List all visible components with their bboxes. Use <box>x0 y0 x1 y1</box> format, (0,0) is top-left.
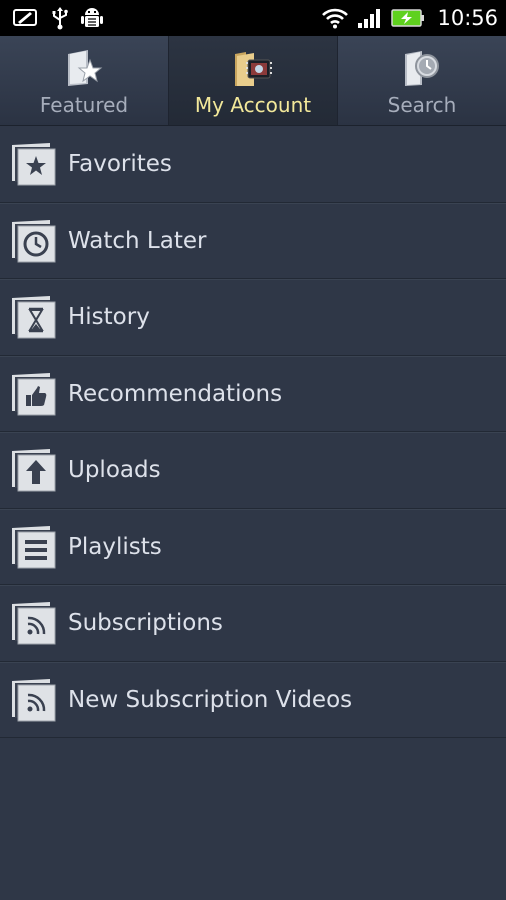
screenshot-icon <box>12 7 40 29</box>
tab-my-account[interactable]: My Account <box>169 36 338 125</box>
menu-item-label: Subscriptions <box>68 610 223 637</box>
tab-my-account-label: My Account <box>194 93 312 117</box>
signal-icon <box>357 7 383 29</box>
upload-arrow-icon <box>10 447 68 493</box>
my-account-folder-icon <box>232 45 274 91</box>
menu-item-label: New Subscription Videos <box>68 686 353 713</box>
clock-icon <box>10 218 68 264</box>
tab-featured[interactable]: Featured <box>0 36 169 125</box>
menu-item-uploads[interactable]: Uploads <box>0 432 506 509</box>
status-bar: 10:56 <box>0 0 506 36</box>
rss-icon <box>10 677 68 723</box>
hourglass-icon <box>10 294 68 340</box>
wifi-icon <box>321 7 349 29</box>
status-right: 10:56 <box>321 6 498 30</box>
menu-item-recommendations[interactable]: Recommendations <box>0 355 506 432</box>
menu-item-label: Playlists <box>68 533 162 560</box>
menu-item-label: Uploads <box>68 457 161 484</box>
tab-search-label: Search <box>387 93 457 117</box>
android-debug-icon <box>80 5 104 31</box>
search-clock-icon <box>402 45 442 91</box>
featured-star-icon <box>64 45 104 91</box>
status-left <box>12 5 104 31</box>
status-time: 10:56 <box>437 6 498 30</box>
tab-search[interactable]: Search <box>338 36 506 125</box>
menu-item-watch-later[interactable]: Watch Later <box>0 202 506 279</box>
menu-item-favorites[interactable]: Favorites <box>0 126 506 203</box>
rss-icon <box>10 600 68 646</box>
account-menu-list: Favorites Watch Later History Recommenda… <box>0 126 506 738</box>
menu-item-label: Recommendations <box>68 380 283 407</box>
thumbs-up-icon <box>10 371 68 417</box>
menu-item-subscriptions[interactable]: Subscriptions <box>0 585 506 662</box>
menu-item-history[interactable]: History <box>0 279 506 356</box>
tab-featured-label: Featured <box>39 93 129 117</box>
menu-item-new-subscription-videos[interactable]: New Subscription Videos <box>0 661 506 738</box>
menu-item-label: Favorites <box>68 150 172 177</box>
battery-charging-icon <box>391 8 425 28</box>
usb-icon <box>50 6 70 30</box>
menu-item-label: Watch Later <box>68 227 207 254</box>
menu-item-playlists[interactable]: Playlists <box>0 508 506 585</box>
tab-bar: Featured My Account Search <box>0 36 506 126</box>
list-icon <box>10 524 68 570</box>
menu-item-label: History <box>68 304 150 331</box>
star-icon <box>10 141 68 187</box>
